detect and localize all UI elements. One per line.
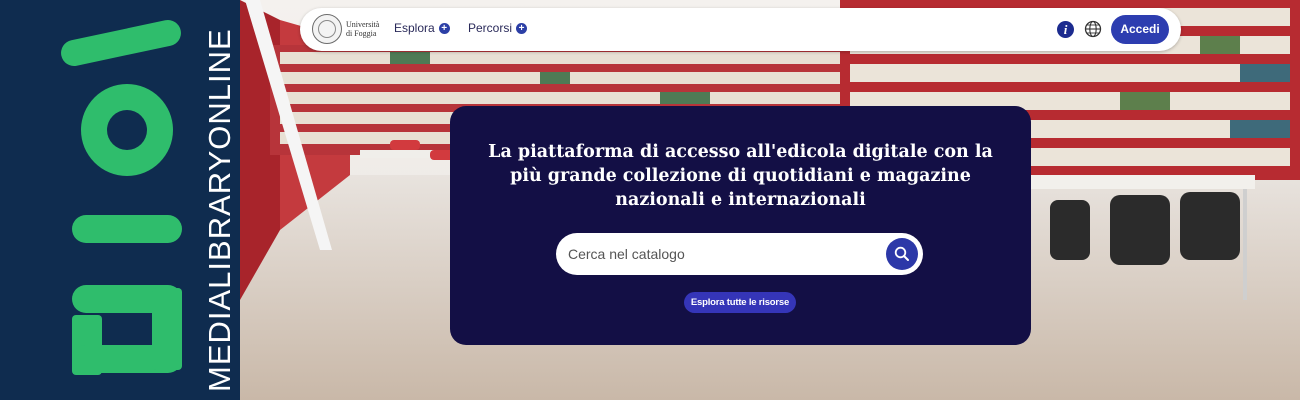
top-navbar: Università di Foggia Esplora + Percorsi … [300, 8, 1181, 51]
university-logo[interactable]: Università di Foggia [312, 14, 384, 44]
search-bar [556, 233, 923, 275]
nav-link-esplora[interactable]: Esplora + [394, 21, 450, 35]
plus-circle-icon: + [516, 22, 528, 34]
university-name: Università di Foggia [346, 20, 380, 38]
info-icon[interactable]: i [1057, 21, 1074, 38]
brand-strip: MEDIALIBRARYONLINE [0, 0, 240, 400]
nav-link-percorsi[interactable]: Percorsi + [468, 21, 528, 35]
hero-panel: La piattaforma di accesso all'edicola di… [450, 106, 1031, 345]
plus-circle-icon: + [438, 22, 450, 34]
search-icon [894, 246, 909, 261]
search-button[interactable] [886, 238, 918, 270]
login-button[interactable]: Accedi [1111, 15, 1169, 44]
hero-title: La piattaforma di accesso all'edicola di… [488, 142, 993, 210]
mlol-logo [61, 20, 182, 375]
explore-all-resources-button[interactable]: Esplora tutte le risorse [684, 292, 796, 313]
brand-vertical-text: MEDIALIBRARYONLINE [202, 28, 237, 392]
nav-link-label: Esplora [394, 21, 435, 35]
globe-icon[interactable] [1084, 20, 1102, 38]
search-input[interactable] [568, 233, 868, 275]
nav-link-label: Percorsi [468, 21, 513, 35]
university-seal-icon [312, 14, 342, 44]
